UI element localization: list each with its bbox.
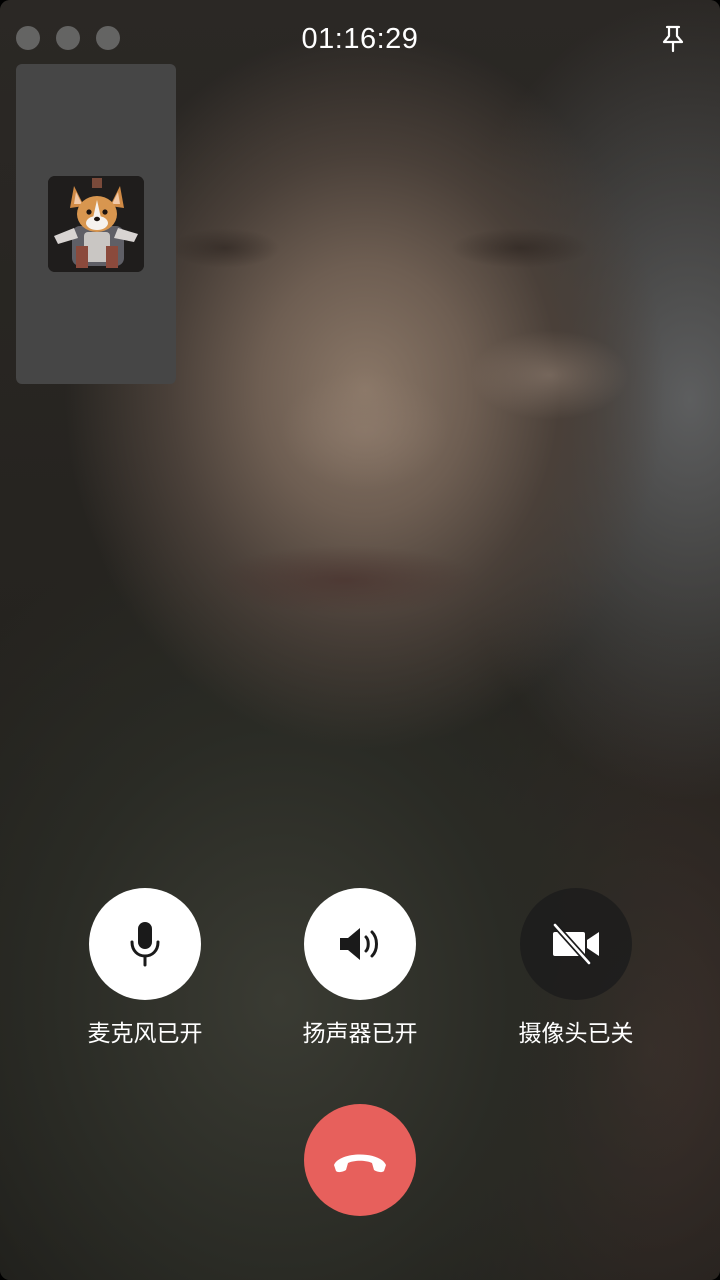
video-call-window: 01:16:29 麦克风已开 扬声器已开 摄像头已关 [0, 0, 720, 1280]
microphone-button[interactable] [89, 888, 201, 1000]
microphone-label: 麦克风已开 [87, 1020, 203, 1046]
hangup-icon [334, 1154, 386, 1173]
speaker-control: 扬声器已开 [250, 888, 470, 1048]
call-timer: 01:16:29 [301, 23, 419, 55]
remote-video-shading [280, 370, 450, 490]
camera-label: 摄像头已关 [518, 1020, 634, 1046]
speaker-button[interactable] [304, 888, 416, 1000]
corgi-avatar-icon [48, 176, 144, 272]
remote-video-shading [170, 228, 280, 268]
camera-control: 摄像头已关 [466, 888, 686, 1048]
speaker-icon [340, 928, 378, 960]
pin-button[interactable] [658, 24, 688, 54]
microphone-icon [130, 922, 160, 967]
microphone-control: 麦克风已开 [35, 888, 255, 1048]
remote-video-shading [470, 330, 630, 420]
hangup-button[interactable] [304, 1104, 416, 1216]
camera-off-icon [552, 922, 599, 966]
remote-video-shading [450, 228, 590, 268]
avatar-image [48, 176, 144, 272]
self-video-preview[interactable] [16, 64, 176, 384]
camera-button[interactable] [520, 888, 632, 1000]
speaker-label: 扬声器已开 [302, 1020, 418, 1046]
pin-icon [662, 25, 684, 53]
remote-video-shading [210, 545, 480, 615]
